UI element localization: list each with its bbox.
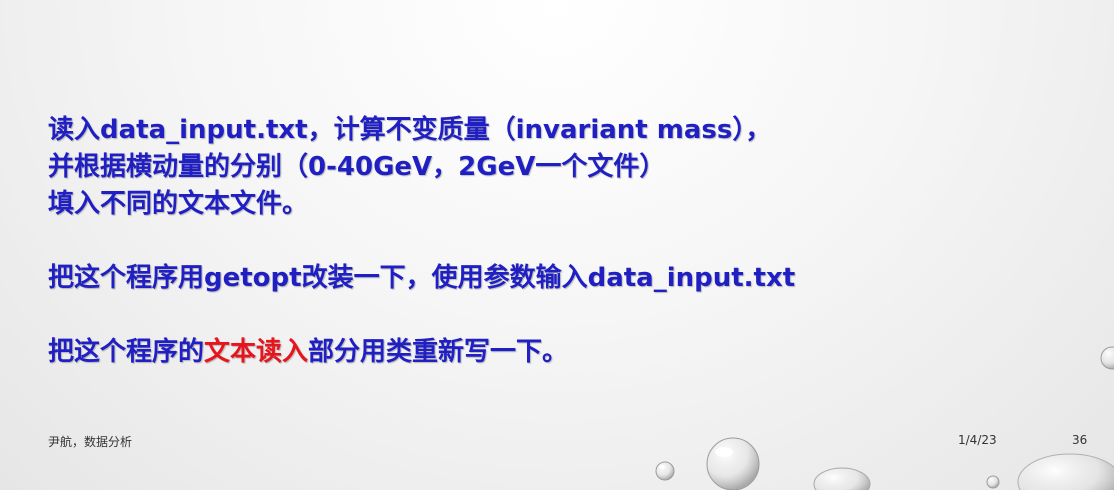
slide: 读入data_input.txt，计算不变质量（invariant mass），… <box>0 0 1114 490</box>
bubble-bottom-small <box>986 475 1000 489</box>
bubble-bottom-right <box>1017 453 1114 490</box>
bubble-edge-right <box>1100 346 1114 370</box>
bubble-small <box>655 461 675 481</box>
bubble-bottom-mid <box>813 467 871 490</box>
decorative-bubbles <box>655 346 1114 490</box>
bubble-large <box>706 437 760 490</box>
